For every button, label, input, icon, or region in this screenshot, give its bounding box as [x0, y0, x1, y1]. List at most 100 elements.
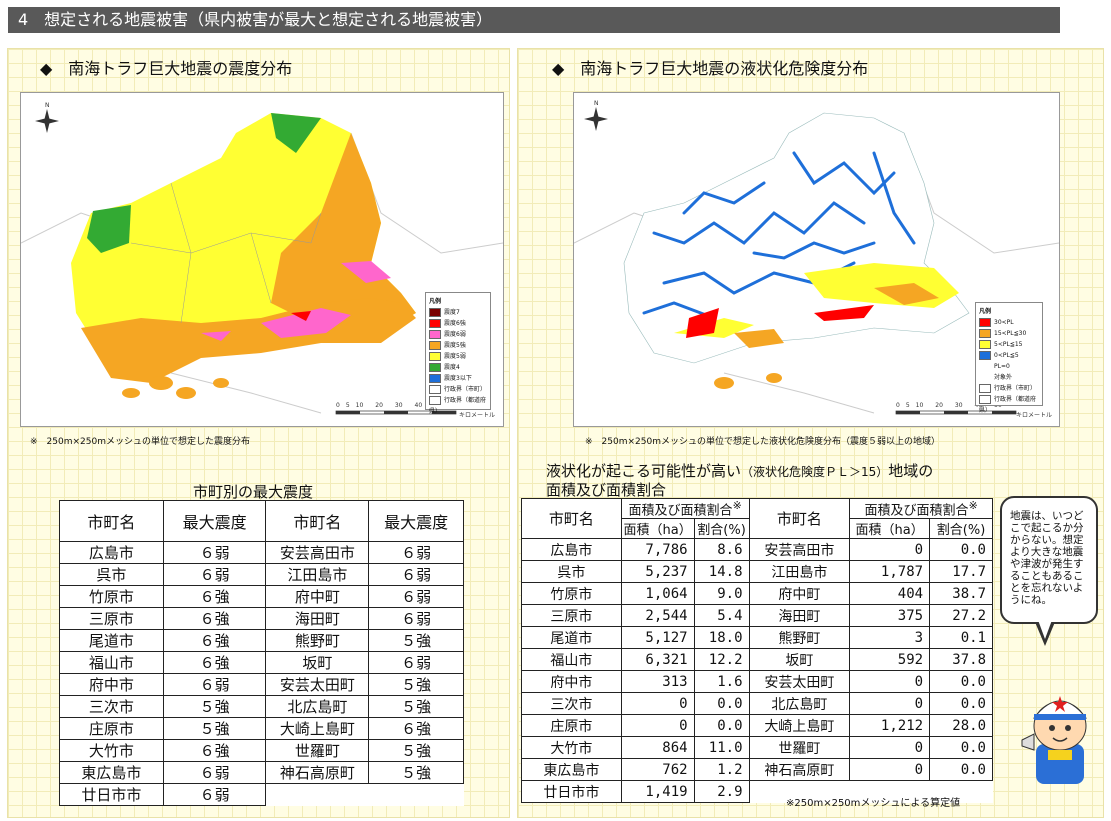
seismic-legend: 凡例 震度7 震度6強 震度6弱 震度5強 震度5弱 震度4 震度3以下 行政界… — [425, 292, 491, 415]
table-cell: 江田島市 — [748, 560, 851, 584]
table-cell: 大崎上島町 — [748, 714, 851, 738]
table-row: 三原市 ６強 海田町 ６弱 — [59, 607, 464, 630]
table-cell: 1.2 — [693, 758, 750, 782]
table-row: 広島市 7,786 8.6 安芸高田市 0 0.0 — [521, 538, 993, 562]
table-cell: 592 — [849, 648, 931, 672]
table-cell: 神石高原町 — [265, 761, 370, 784]
seismic-table: 市町名 最大震度 市町名 最大震度 広島市 ６弱 安芸高田市 ６弱 呉市 ６弱 江田島市 ６弱 竹原… — [59, 500, 464, 806]
table-cell: 14.8 — [693, 560, 750, 584]
table-cell: 尾道市 — [521, 626, 622, 650]
speech-bubble: 地震は、いつどこで起こるか分からない。想定より大きな地震や津波が発生することもあ… — [1000, 496, 1098, 624]
table-row: 呉市 5,237 14.8 江田島市 1,787 17.7 — [521, 560, 993, 584]
table-row: 呉市 ６弱 江田島市 ６弱 — [59, 563, 464, 586]
table-cell: 0.0 — [929, 670, 993, 694]
table-cell: ６強 — [162, 651, 267, 674]
table-cell: 0.0 — [929, 538, 993, 562]
table-cell: ５強 — [368, 761, 464, 784]
table-cell: 1,787 — [849, 560, 931, 584]
table-cell: 広島市 — [521, 538, 622, 562]
table-cell: ６弱 — [368, 563, 464, 586]
table-cell: 375 — [849, 604, 931, 628]
table-cell: 5,237 — [620, 560, 695, 584]
table-row: 庄原市 0 0.0 大崎上島町 1,212 28.0 — [521, 714, 993, 738]
liquefaction-title: ◆ 南海トラフ巨大地震の液状化危険度分布 — [552, 59, 869, 78]
table-row: 大竹市 ６強 世羅町 ５強 — [59, 739, 464, 762]
liquefaction-legend: 凡例 30<PL 15<PL≦30 5<PL≦15 0<PL≦5 PL=0 対象… — [975, 302, 1043, 414]
table-cell: 坂町 — [748, 648, 851, 672]
table-cell: 2,544 — [620, 604, 695, 628]
table-cell: 安芸太田町 — [265, 673, 370, 696]
table-cell: 0 — [849, 538, 931, 562]
table-cell: 0 — [620, 714, 695, 738]
compass-icon: N — [584, 100, 608, 131]
liquefaction-note: ※ 250m×250mメッシュの単位で想定した液状化危険度分布（震度５弱以上の地… — [585, 437, 940, 447]
table-cell: 尾道市 — [59, 629, 164, 652]
table-cell: 0.1 — [929, 626, 993, 650]
table-cell: ５強 — [162, 695, 267, 718]
table-cell: 864 — [620, 736, 695, 760]
table-cell: 庄原市 — [59, 717, 164, 740]
table-row: 大竹市 864 11.0 世羅町 0 0.0 — [521, 736, 993, 760]
table-cell: 0.0 — [929, 758, 993, 782]
table-cell: 東広島市 — [521, 758, 622, 782]
table-cell: 17.7 — [929, 560, 993, 584]
table-cell: ６弱 — [368, 585, 464, 608]
table-cell: 府中市 — [59, 673, 164, 696]
table-cell: 0.0 — [929, 692, 993, 716]
table-cell: 府中町 — [748, 582, 851, 606]
table-row: 府中市 313 1.6 安芸太田町 0 0.0 — [521, 670, 993, 694]
table-cell: 世羅町 — [265, 739, 370, 762]
table-cell: 大崎上島町 — [265, 717, 370, 740]
table-cell: 3 — [849, 626, 931, 650]
table-cell: 27.2 — [929, 604, 993, 628]
table-cell: 庄原市 — [521, 714, 622, 738]
table-cell: 三次市 — [521, 692, 622, 716]
table-cell: ６強 — [368, 717, 464, 740]
table-cell: 0 — [849, 736, 931, 760]
table-cell: ５強 — [368, 673, 464, 696]
table-cell: 竹原市 — [59, 585, 164, 608]
liquefaction-footnote: ※250m×250mメッシュによる算定値 — [786, 798, 961, 809]
table-row: 東広島市 762 1.2 神石高原町 0 0.0 — [521, 758, 993, 782]
table-cell: 11.0 — [693, 736, 750, 760]
table-row: 尾道市 ６強 熊野町 ５強 — [59, 629, 464, 652]
table-cell: ５強 — [368, 695, 464, 718]
table-cell: 7,786 — [620, 538, 695, 562]
table-cell: 福山市 — [59, 651, 164, 674]
table-cell: 三次市 — [59, 695, 164, 718]
table-row: 東広島市 ６弱 神石高原町 ５強 — [59, 761, 464, 784]
table-cell: ５強 — [368, 629, 464, 652]
table-row: 三次市 ５強 北広島町 ５強 — [59, 695, 464, 718]
table-cell: 大竹市 — [59, 739, 164, 762]
table-cell: ５強 — [162, 717, 267, 740]
liquefaction-table-caption: 液状化が起こる可能性が高い（液状化危険度ＰＬ＞15）地域の 面積及び面積割合 — [546, 462, 934, 499]
table-cell: 神石高原町 — [748, 758, 851, 782]
svg-text:N: N — [594, 100, 599, 107]
table-cell: 安芸太田町 — [748, 670, 851, 694]
table-cell: 1,419 — [620, 780, 695, 804]
table-cell: 安芸高田市 — [265, 541, 370, 564]
table-cell: ６強 — [162, 585, 267, 608]
table-cell: ６弱 — [162, 541, 267, 564]
table-cell: 福山市 — [521, 648, 622, 672]
table-cell: 28.0 — [929, 714, 993, 738]
table-row: 広島市 ６弱 安芸高田市 ６弱 — [59, 541, 464, 564]
table-cell: 呉市 — [521, 560, 622, 584]
table-cell: 6,321 — [620, 648, 695, 672]
svg-text:N: N — [45, 102, 50, 109]
table-cell: 1,212 — [849, 714, 931, 738]
table-row: 竹原市 ６強 府中町 ６弱 — [59, 585, 464, 608]
table-cell: 東広島市 — [59, 761, 164, 784]
table-cell: 北広島町 — [748, 692, 851, 716]
table-cell: 404 — [849, 582, 931, 606]
table-cell: ６弱 — [162, 563, 267, 586]
table-cell: 竹原市 — [521, 582, 622, 606]
table-row: 三次市 0 0.0 北広島町 0 0.0 — [521, 692, 993, 716]
compass-icon: N — [35, 102, 59, 133]
table-header-row: 市町名 最大震度 市町名 最大震度 — [59, 500, 464, 542]
table-cell: 313 — [620, 670, 695, 694]
table-cell: 廿日市市 — [521, 780, 622, 804]
table-cell: ６弱 — [162, 761, 267, 784]
table-cell: 5.4 — [693, 604, 750, 628]
table-cell: 762 — [620, 758, 695, 782]
